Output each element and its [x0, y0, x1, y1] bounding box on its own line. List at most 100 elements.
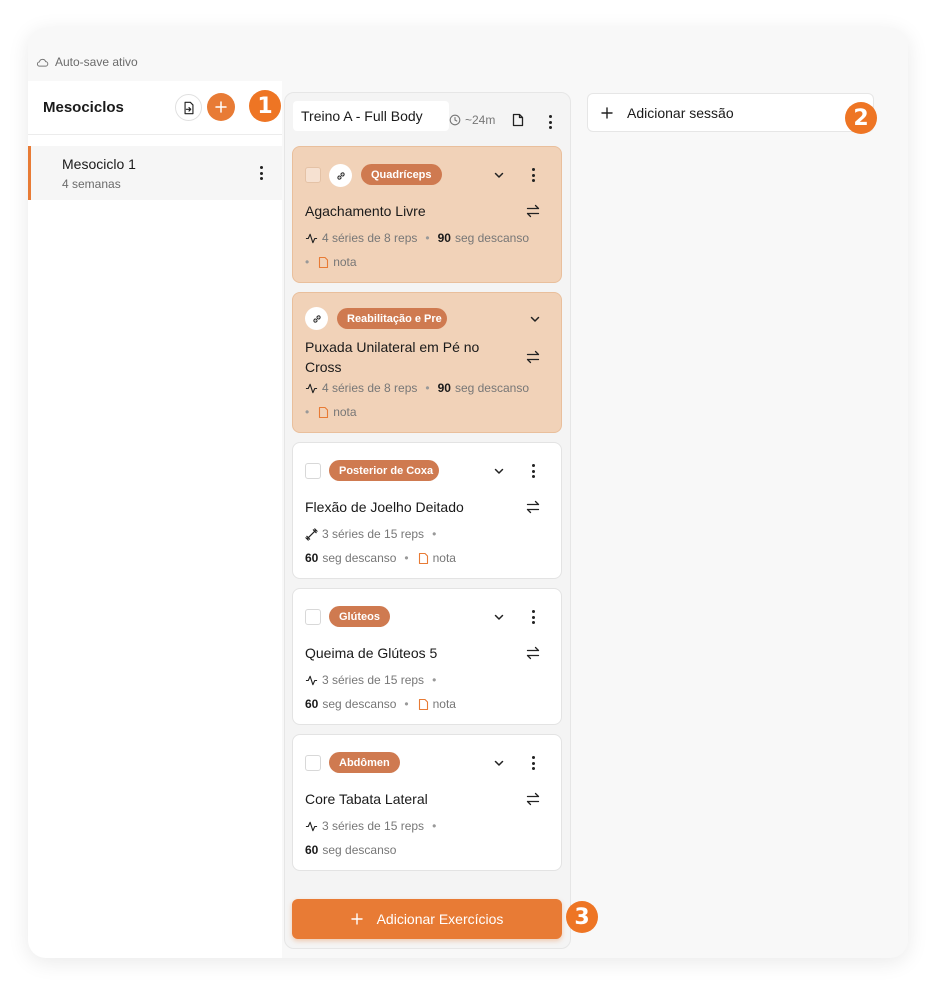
session-duration: ~24m — [449, 113, 495, 127]
muscle-tag: Abdômen — [329, 752, 400, 773]
activity-icon — [305, 233, 318, 243]
sidebar-header: Mesociclos — [28, 81, 282, 135]
note-link[interactable]: nota — [317, 405, 357, 419]
superset-link-icon[interactable] — [305, 307, 328, 330]
note-link[interactable]: nota — [417, 697, 456, 711]
autosave-status: Auto-save ativo — [36, 55, 138, 69]
exercise-meta: 3 séries de 15 reps • — [305, 673, 440, 687]
rest-value: 60 — [305, 697, 319, 711]
note-icon — [418, 552, 428, 564]
file-import-icon — [183, 101, 194, 114]
exercise-checkbox[interactable] — [305, 755, 321, 771]
exercise-card[interactable]: Posterior de Coxa Flexão de Joelho Deita… — [292, 442, 562, 579]
exercise-note-row: • nota — [305, 405, 357, 419]
exercise-card[interactable]: Reabilitação e Pre Puxada Unilateral em … — [292, 292, 562, 433]
session-duration-label: ~24m — [465, 113, 496, 127]
exercise-name: Agachamento Livre — [305, 203, 426, 219]
clock-icon — [449, 114, 461, 126]
exercise-meta: 3 séries de 15 reps • — [305, 527, 440, 541]
exercise-name: Puxada Unilateral em Pé no Cross — [305, 339, 480, 375]
add-exercises-button[interactable]: Adicionar Exercícios — [292, 899, 562, 939]
exercise-card[interactable]: Abdômen Core Tabata Lateral 3 séries de … — [292, 734, 562, 871]
exercise-checkbox[interactable] — [305, 609, 321, 625]
activity-icon — [305, 821, 318, 831]
dumbbell-icon — [305, 527, 318, 541]
muscle-tag: Quadríceps — [361, 164, 442, 185]
exercise-sets: 4 séries de 8 reps — [322, 231, 418, 245]
note-link[interactable]: nota — [417, 551, 456, 565]
autosave-label: Auto-save ativo — [55, 55, 138, 69]
exercise-more-icon[interactable] — [525, 166, 541, 184]
exercise-sets: 3 séries de 15 reps — [322, 819, 425, 833]
exercise-more-icon[interactable] — [525, 608, 541, 626]
exercise-name: Queima de Glúteos 5 — [305, 645, 438, 661]
chevron-down-icon[interactable] — [492, 756, 506, 770]
exercise-card[interactable]: Glúteos Queima de Glúteos 5 3 séries de … — [292, 588, 562, 725]
exercise-sets: 3 séries de 15 reps — [322, 527, 425, 541]
swap-icon[interactable] — [525, 349, 541, 365]
exercise-sets: 4 séries de 8 reps — [322, 381, 418, 395]
chevron-down-icon[interactable] — [492, 464, 506, 478]
step-badge-2: 2 — [845, 102, 877, 134]
exercise-meta: 4 séries de 8 reps • 90 seg descanso — [305, 381, 529, 395]
rest-value: 90 — [437, 231, 451, 245]
mesocycle-item[interactable]: Mesociclo 1 4 semanas — [28, 146, 282, 200]
superset-link-icon[interactable] — [329, 164, 352, 187]
activity-icon — [305, 675, 318, 685]
exercise-note-row: • nota — [305, 255, 357, 269]
muscle-tag: Glúteos — [329, 606, 390, 627]
muscle-tag: Posterior de Coxa — [329, 460, 439, 481]
sidebar-title: Mesociclos — [43, 99, 124, 116]
muscle-tag: Reabilitação e Pre — [337, 308, 447, 329]
swap-icon[interactable] — [525, 203, 541, 219]
step-badge-1: 1 — [249, 90, 281, 122]
exercise-more-icon[interactable] — [525, 754, 541, 772]
cloud-icon — [36, 58, 49, 67]
exercise-name: Core Tabata Lateral — [305, 791, 428, 807]
exercise-more-icon[interactable] — [525, 462, 541, 480]
exercise-name: Flexão de Joelho Deitado — [305, 499, 464, 515]
swap-icon[interactable] — [525, 645, 541, 661]
rest-value: 90 — [437, 381, 451, 395]
exercise-rest-row: 60 seg descanso • nota — [305, 697, 456, 711]
rest-unit: seg descanso — [322, 551, 397, 565]
chevron-down-icon[interactable] — [492, 168, 506, 182]
mesocycle-name: Mesociclo 1 — [62, 156, 136, 172]
note-icon — [319, 256, 329, 268]
sidebar: Mesociclos Mesociclo 1 4 semanas — [28, 81, 282, 958]
exercise-card[interactable]: Quadríceps Agachamento Livre 4 séries de… — [292, 146, 562, 283]
document-icon[interactable] — [511, 113, 525, 127]
rest-unit: seg descanso — [322, 697, 397, 711]
note-icon — [319, 406, 329, 418]
exercise-checkbox[interactable] — [305, 463, 321, 479]
chevron-down-icon[interactable] — [528, 312, 542, 326]
swap-icon[interactable] — [525, 791, 541, 807]
rest-unit: seg descanso — [322, 843, 397, 857]
exercise-sets: 3 séries de 15 reps — [322, 673, 425, 687]
add-mesocycle-button[interactable] — [207, 93, 235, 121]
rest-value: 60 — [305, 843, 319, 857]
more-options-icon[interactable] — [253, 164, 269, 182]
exercise-rest-row: 60 seg descanso — [305, 843, 396, 857]
plus-icon — [350, 913, 363, 925]
add-session-label: Adicionar sessão — [627, 104, 734, 121]
rest-unit: seg descanso — [454, 381, 530, 395]
import-file-button[interactable] — [175, 94, 202, 121]
session-column: Treino A - Full Body ~24m Quadríceps Aga… — [284, 92, 571, 949]
exercise-checkbox[interactable] — [305, 167, 321, 183]
add-session-button[interactable]: Adicionar sessão — [587, 93, 874, 132]
chevron-down-icon[interactable] — [492, 610, 506, 624]
swap-icon[interactable] — [525, 499, 541, 515]
step-badge-3: 3 — [566, 901, 598, 933]
plus-icon — [215, 101, 227, 113]
session-more-icon[interactable] — [542, 113, 558, 131]
exercise-meta: 3 séries de 15 reps • — [305, 819, 440, 833]
mesocycle-duration: 4 semanas — [62, 177, 121, 191]
activity-icon — [305, 383, 318, 393]
note-icon — [418, 698, 428, 710]
session-title-input[interactable]: Treino A - Full Body — [293, 101, 449, 131]
exercise-rest-row: 60 seg descanso • nota — [305, 551, 456, 565]
note-link[interactable]: nota — [317, 255, 357, 269]
plus-icon — [601, 106, 613, 119]
add-exercises-label: Adicionar Exercícios — [376, 911, 504, 927]
